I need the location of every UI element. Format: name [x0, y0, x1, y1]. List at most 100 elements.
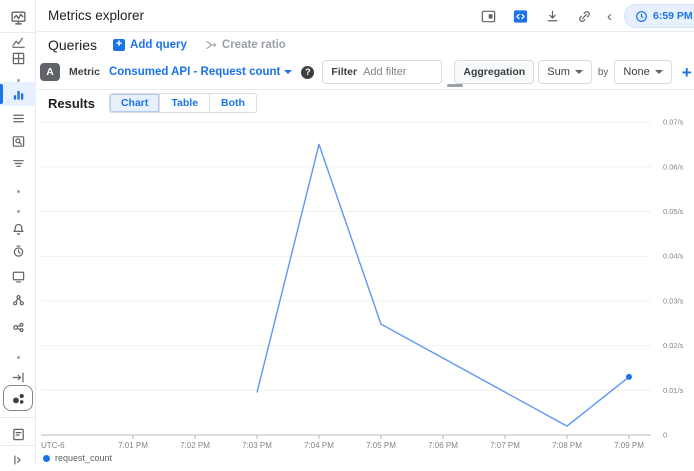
sidebar-item-nav-uptime-checks[interactable] [0, 240, 36, 262]
download-icon [544, 8, 561, 25]
sidebar-item-nav-groups[interactable] [0, 289, 36, 311]
add-query-button[interactable]: + Add query [113, 39, 187, 51]
horizontal-scrollbar-thumb[interactable] [447, 84, 463, 87]
add-to-dashboard-icon [480, 8, 497, 25]
sidebar-item-nav-dot-4[interactable] [0, 346, 36, 368]
utc-label: UTC-6 [41, 441, 65, 450]
x-tick-label: 7:05 PM [366, 441, 396, 450]
dashboards-icon [11, 51, 26, 66]
filter-placeholder: Add filter [363, 66, 406, 78]
metric-label: Metric [69, 66, 100, 78]
aggregation-select[interactable]: Sum [538, 60, 592, 84]
chevron-down-icon [655, 70, 663, 74]
sidebar [0, 0, 36, 464]
sidebar-divider [0, 32, 36, 33]
clock-icon [635, 10, 648, 23]
cluster-icon [11, 320, 26, 335]
section-divider [37, 89, 694, 90]
legend-item-request-count[interactable]: request_count [43, 453, 112, 463]
results-view-tabs: ChartTableBoth [109, 93, 257, 113]
header: Metrics explorer ‹ 6:59 PM - 7:0 [37, 0, 694, 32]
share-link-button[interactable] [573, 5, 595, 27]
uptime-icon [11, 244, 26, 259]
x-tick-label: 7:02 PM [180, 441, 210, 450]
sidebar-item-nav-integrations[interactable] [0, 316, 36, 338]
add-box-icon: + [113, 39, 125, 51]
chevron-down-icon [284, 70, 292, 74]
filter-lines-icon [11, 156, 26, 171]
sidebar-item-nav-dot-2[interactable] [0, 180, 36, 202]
y-tick-label: 0.06/s [663, 162, 684, 171]
monitoring-logo-icon [10, 9, 27, 26]
filter-input[interactable]: Filter Add filter [322, 60, 442, 84]
x-tick-label: 7:03 PM [242, 441, 272, 450]
add-aggregation-button[interactable]: + [682, 64, 692, 81]
x-tick-label: 7:06 PM [428, 441, 458, 450]
header-toolbar: ‹ 6:59 PM - 7:0 [477, 0, 694, 32]
group-by-select[interactable]: None [614, 60, 671, 84]
chart-svg: 0.07/s0.06/s0.05/s0.04/s0.03/s0.02/s0.01… [37, 113, 694, 464]
sidebar-item-nav-products[interactable] [0, 384, 36, 412]
x-tick-label: 7:07 PM [490, 441, 520, 450]
link-icon [576, 8, 593, 25]
y-tick-label: 0 [663, 431, 667, 440]
series-end-marker [626, 374, 632, 380]
legend-dot-icon [43, 455, 50, 462]
chevron-left-icon[interactable]: ‹ [605, 9, 614, 24]
sidebar-item-nav-release-notes[interactable] [0, 423, 36, 445]
sidebar-item-nav-trace[interactable] [0, 152, 36, 174]
screen-icon [11, 269, 26, 284]
metric-select[interactable]: Consumed API - Request count [109, 66, 292, 78]
sidebar-item-collapse-sidebar[interactable] [0, 449, 36, 471]
sidebar-item-nav-metrics-management[interactable] [0, 130, 36, 152]
results-header: Results ChartTableBoth [37, 92, 694, 114]
nodes-icon [11, 293, 26, 308]
bell-icon [11, 222, 26, 237]
merge-icon [205, 39, 217, 51]
help-icon[interactable]: ? [301, 66, 314, 79]
query-editor-button[interactable] [509, 5, 531, 27]
dot-icon [17, 356, 20, 359]
sidebar-item-nav-dashboards[interactable] [0, 47, 36, 69]
filter-label: Filter [331, 66, 357, 78]
arrow-in-icon [11, 370, 26, 385]
save-to-dashboard-button[interactable] [477, 5, 499, 27]
code-editor-icon [512, 8, 529, 25]
log-search-icon [11, 134, 26, 149]
time-range-selector[interactable]: 6:59 PM - 7:0 [624, 4, 694, 28]
chart-area[interactable]: 0.07/s0.06/s0.05/s0.04/s0.03/s0.02/s0.01… [37, 113, 694, 464]
y-tick-label: 0.02/s [663, 341, 684, 350]
aggregation-label: Aggregation [454, 60, 534, 84]
focus-ring [3, 385, 33, 411]
dot-icon [17, 210, 20, 213]
create-ratio-button[interactable]: Create ratio [205, 39, 286, 51]
sidebar-item-nav-dashboards-screen[interactable] [0, 265, 36, 287]
services-icon [11, 111, 26, 126]
legend-label: request_count [55, 453, 112, 463]
x-tick-label: 7:08 PM [552, 441, 582, 450]
note-icon [11, 427, 26, 442]
sidebar-divider [0, 417, 36, 418]
metrics-explorer-icon [11, 87, 26, 102]
query-letter-badge: A [40, 63, 60, 81]
y-tick-label: 0.07/s [663, 118, 684, 127]
time-range-value: 6:59 PM - 7:0 [653, 10, 694, 22]
dot-icon [17, 190, 20, 193]
sidebar-item-monitoring-logo[interactable] [0, 6, 36, 28]
x-tick-label: 7:09 PM [614, 441, 644, 450]
sidebar-item-nav-metrics-explorer[interactable] [0, 82, 36, 106]
page-title: Metrics explorer [48, 8, 144, 23]
queries-title: Queries [48, 37, 97, 53]
chevron-down-icon [575, 70, 583, 74]
tab-both[interactable]: Both [209, 94, 256, 112]
sidebar-item-nav-alerting[interactable] [0, 218, 36, 240]
tab-chart[interactable]: Chart [110, 94, 159, 112]
y-tick-label: 0.03/s [663, 296, 684, 305]
tab-table[interactable]: Table [159, 94, 209, 112]
by-label: by [598, 67, 609, 78]
sidebar-item-nav-services[interactable] [0, 107, 36, 129]
query-builder-row: A Metric Consumed API - Request count ? … [37, 57, 694, 87]
download-button[interactable] [541, 5, 563, 27]
y-tick-label: 0.05/s [663, 207, 684, 216]
series-line-request_count [257, 144, 629, 426]
